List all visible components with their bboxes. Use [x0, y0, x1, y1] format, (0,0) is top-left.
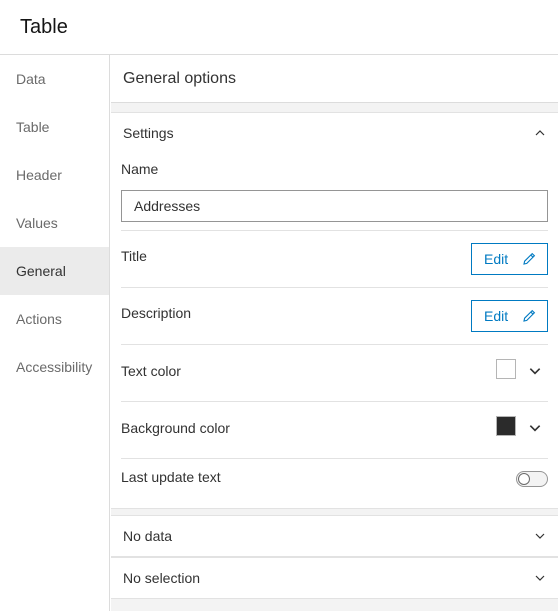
no-selection-header[interactable]: No selection	[111, 558, 558, 598]
sidebar: Data Table Header Values General Actions…	[0, 55, 110, 611]
panel-title: General options	[111, 55, 558, 103]
text-color-swatch[interactable]	[496, 359, 516, 379]
last-update-toggle[interactable]	[516, 471, 548, 487]
sidebar-item-values[interactable]: Values	[0, 199, 109, 247]
description-edit-button[interactable]: Edit	[471, 300, 548, 332]
divider	[121, 458, 548, 459]
background-color-label: Background color	[121, 420, 230, 436]
no-data-header[interactable]: No data	[111, 516, 558, 556]
title-label: Title	[121, 248, 147, 264]
sidebar-item-data[interactable]: Data	[0, 55, 109, 103]
main-panel: General options Settings Name Title Edit…	[111, 55, 558, 611]
description-label: Description	[121, 305, 192, 321]
edit-button-label: Edit	[484, 308, 509, 324]
chevron-down-icon[interactable]	[528, 421, 542, 435]
no-selection-title: No selection	[123, 570, 201, 586]
divider	[121, 344, 548, 345]
title-edit-button[interactable]: Edit	[471, 243, 548, 275]
divider	[121, 287, 548, 288]
divider	[121, 230, 548, 231]
name-input[interactable]	[121, 190, 548, 222]
no-selection-section: No selection	[111, 557, 558, 599]
settings-section: Settings Name Title Edit Description Edi…	[111, 112, 558, 509]
sidebar-item-accessibility[interactable]: Accessibility	[0, 343, 109, 391]
toggle-knob	[518, 473, 530, 485]
sidebar-item-table[interactable]: Table	[0, 103, 109, 151]
chevron-up-icon	[535, 130, 545, 136]
no-data-section: No data	[111, 515, 558, 557]
last-update-label: Last update text	[121, 469, 221, 485]
edit-button-label: Edit	[484, 251, 509, 267]
sidebar-item-actions[interactable]: Actions	[0, 295, 109, 343]
sidebar-item-header[interactable]: Header	[0, 151, 109, 199]
no-data-title: No data	[123, 528, 173, 544]
chevron-down-icon	[535, 575, 545, 581]
settings-header[interactable]: Settings	[111, 113, 558, 153]
chevron-down-icon[interactable]	[528, 364, 542, 378]
pencil-icon	[523, 252, 536, 265]
name-label: Name	[121, 161, 159, 177]
settings-title: Settings	[123, 125, 174, 141]
chevron-down-icon	[535, 533, 545, 539]
pencil-icon	[523, 309, 536, 322]
divider	[121, 401, 548, 402]
text-color-label: Text color	[121, 363, 181, 379]
sidebar-item-general[interactable]: General	[0, 247, 109, 295]
background-color-swatch[interactable]	[496, 416, 516, 436]
page-title: Table	[0, 0, 558, 55]
